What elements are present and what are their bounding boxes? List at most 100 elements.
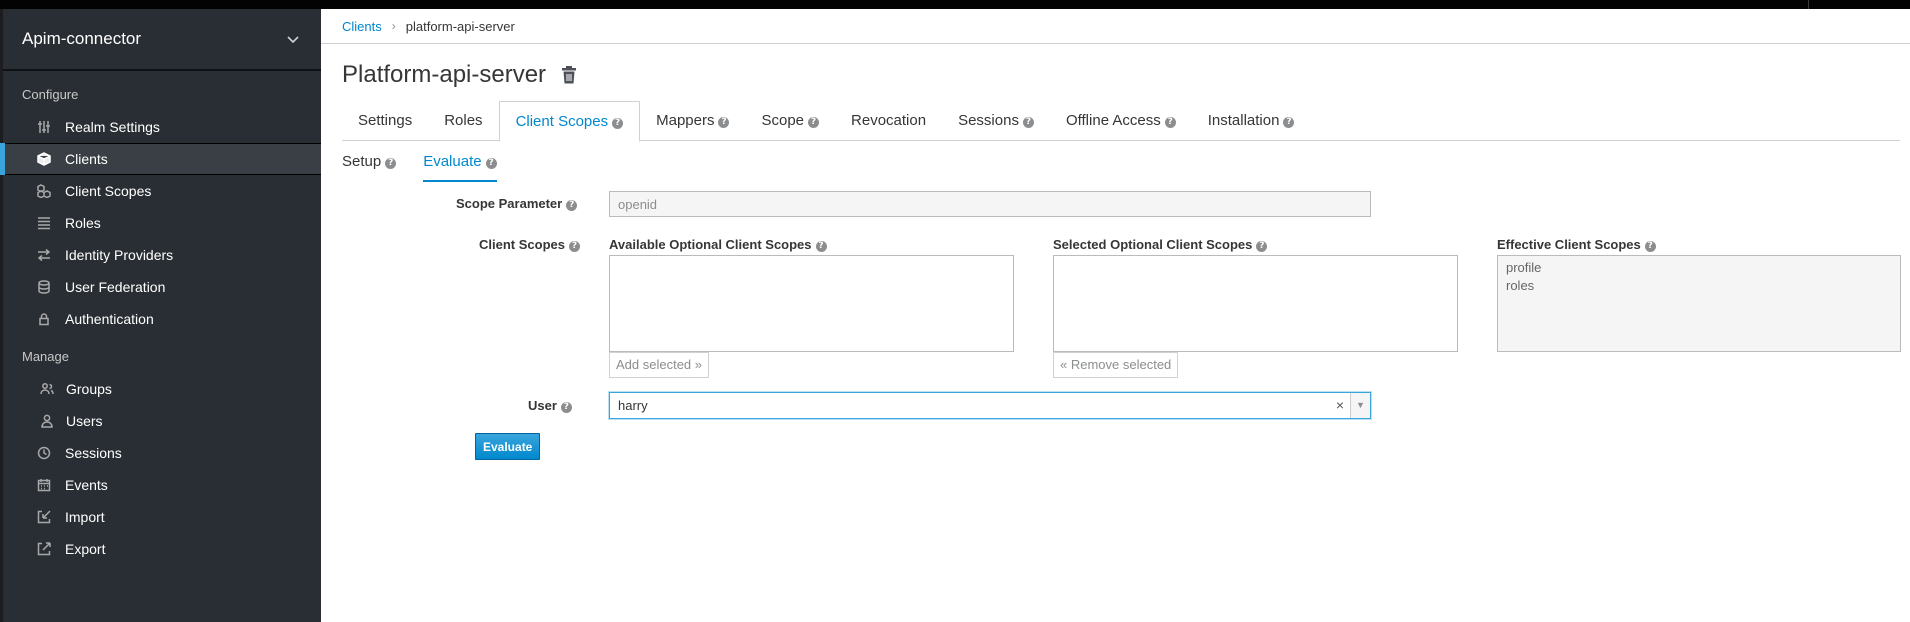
help-icon[interactable]: ? [1283,117,1295,128]
tab-scope[interactable]: Scope? [745,101,835,141]
chevron-down-icon [287,32,299,47]
export-icon [36,541,52,557]
subtab-label: Evaluate [423,153,482,170]
title-text: Available Optional Client Scopes [609,237,812,252]
clear-icon[interactable]: × [1336,393,1344,418]
user-select-value: harry [618,398,648,413]
help-icon[interactable]: ? [1644,241,1656,252]
sidebar-item-label: Users [66,413,103,429]
user-icon [39,413,55,429]
tab-label: Installation [1207,112,1280,129]
sidebar-item-identity-providers[interactable]: Identity Providers [3,239,321,271]
sidebar-item-label: Import [65,509,105,525]
breadcrumb: Clients › platform-api-server [321,9,1910,44]
tab-installation[interactable]: Installation? [1192,101,1311,141]
tab-label: Scope [761,112,805,129]
tab-label: Client Scopes [515,113,609,130]
subtab-evaluate[interactable]: Evaluate? [423,142,497,182]
help-icon[interactable]: ? [718,117,730,128]
title-text: Selected Optional Client Scopes [1053,237,1253,252]
sidebar: Apim-connector Configure Realm Settings … [0,9,321,622]
help-icon[interactable]: ? [1022,117,1034,128]
evaluate-button[interactable]: Evaluate [475,433,541,460]
help-icon[interactable]: ? [568,241,580,252]
sidebar-item-client-scopes[interactable]: Client Scopes [3,175,321,207]
configure-section-label: Configure [22,87,79,102]
top-bar [0,0,1910,9]
sidebar-item-sessions[interactable]: Sessions [3,437,321,469]
help-icon[interactable]: ? [1256,241,1268,252]
title-text: Effective Client Scopes [1497,237,1641,252]
sidebar-item-label: Events [65,477,108,493]
help-icon[interactable]: ? [808,117,820,128]
help-icon[interactable]: ? [566,200,578,211]
sidebar-item-authentication[interactable]: Authentication [3,303,321,335]
top-bar-divider [1808,0,1809,9]
lock-icon [36,311,52,327]
effective-scopes-listbox: profile roles [1497,255,1901,352]
sidebar-item-realm-settings[interactable]: Realm Settings [3,111,321,143]
add-selected-button[interactable]: Add selected » [609,352,710,378]
sidebar-item-label: Clients [65,151,108,167]
selected-scopes-listbox[interactable] [1053,255,1458,352]
effective-scopes-title: Effective Client Scopes? [1497,237,1656,252]
client-tabs: Settings Roles Client Scopes? Mappers? S… [342,101,1900,142]
clock-icon [36,445,52,461]
tab-label: Settings [358,112,413,129]
tab-mappers[interactable]: Mappers? [640,101,745,141]
database-icon [36,279,52,295]
help-icon[interactable]: ? [815,241,827,252]
tab-label: Mappers [656,112,715,129]
sidebar-item-label: User Federation [65,279,166,295]
sidebar-item-roles[interactable]: Roles [3,207,321,239]
calendar-icon [36,477,52,493]
client-scopes-subtabs: Setup? Evaluate? [342,142,512,182]
subtab-setup[interactable]: Setup? [342,142,408,182]
subtab-label: Setup [342,153,382,170]
available-scopes-listbox[interactable] [609,255,1014,352]
scope-parameter-input[interactable] [609,191,1371,217]
user-label: User? [528,398,572,413]
help-icon[interactable]: ? [385,158,397,169]
effective-scope-item: roles [1506,278,1535,293]
sidebar-item-export[interactable]: Export [3,533,321,565]
tab-offline-access[interactable]: Offline Access? [1050,101,1192,141]
tab-revocation[interactable]: Revocation [835,101,942,141]
sidebar-item-label: Realm Settings [65,119,160,135]
list-icon [36,215,52,231]
sidebar-item-clients[interactable]: Clients [0,143,321,175]
realm-name: Apim-connector [22,29,142,48]
sidebar-item-users[interactable]: Users [3,405,321,437]
remove-selected-button[interactable]: « Remove selected [1053,352,1179,378]
sidebar-item-import[interactable]: Import [3,501,321,533]
help-icon[interactable]: ? [612,118,624,129]
sidebar-item-label: Sessions [65,445,122,461]
label-text: User [528,398,557,413]
sidebar-item-groups[interactable]: Groups [3,373,321,405]
help-icon[interactable]: ? [485,158,497,169]
caret-down-icon[interactable]: ▼ [1350,393,1370,418]
import-icon [36,509,52,525]
user-select[interactable]: harry × ▼ [609,392,1371,419]
tab-client-scopes[interactable]: Client Scopes? [498,101,641,142]
sliders-icon [36,119,52,135]
tab-sessions[interactable]: Sessions? [942,101,1050,141]
effective-scope-item: profile [1506,260,1542,275]
sidebar-item-label: Authentication [65,311,154,327]
help-icon[interactable]: ? [560,402,572,413]
realm-selector[interactable]: Apim-connector [3,9,321,71]
delete-client-trash-icon[interactable] [560,65,578,85]
tab-label: Revocation [851,112,927,129]
breadcrumb-current: platform-api-server [405,18,515,34]
help-icon[interactable]: ? [1164,117,1176,128]
tab-roles[interactable]: Roles [428,101,498,141]
sidebar-item-events[interactable]: Events [3,469,321,501]
page-title-row: Platform-api-server [342,61,578,89]
tab-settings[interactable]: Settings [342,101,428,141]
selected-scopes-title: Selected Optional Client Scopes? [1053,237,1268,252]
client-scopes-label: Client Scopes? [479,237,580,252]
breadcrumb-clients-link[interactable]: Clients [342,19,382,34]
sidebar-item-user-federation[interactable]: User Federation [3,271,321,303]
label-text: Scope Parameter [456,196,563,211]
sidebar-item-label: Roles [65,215,101,231]
